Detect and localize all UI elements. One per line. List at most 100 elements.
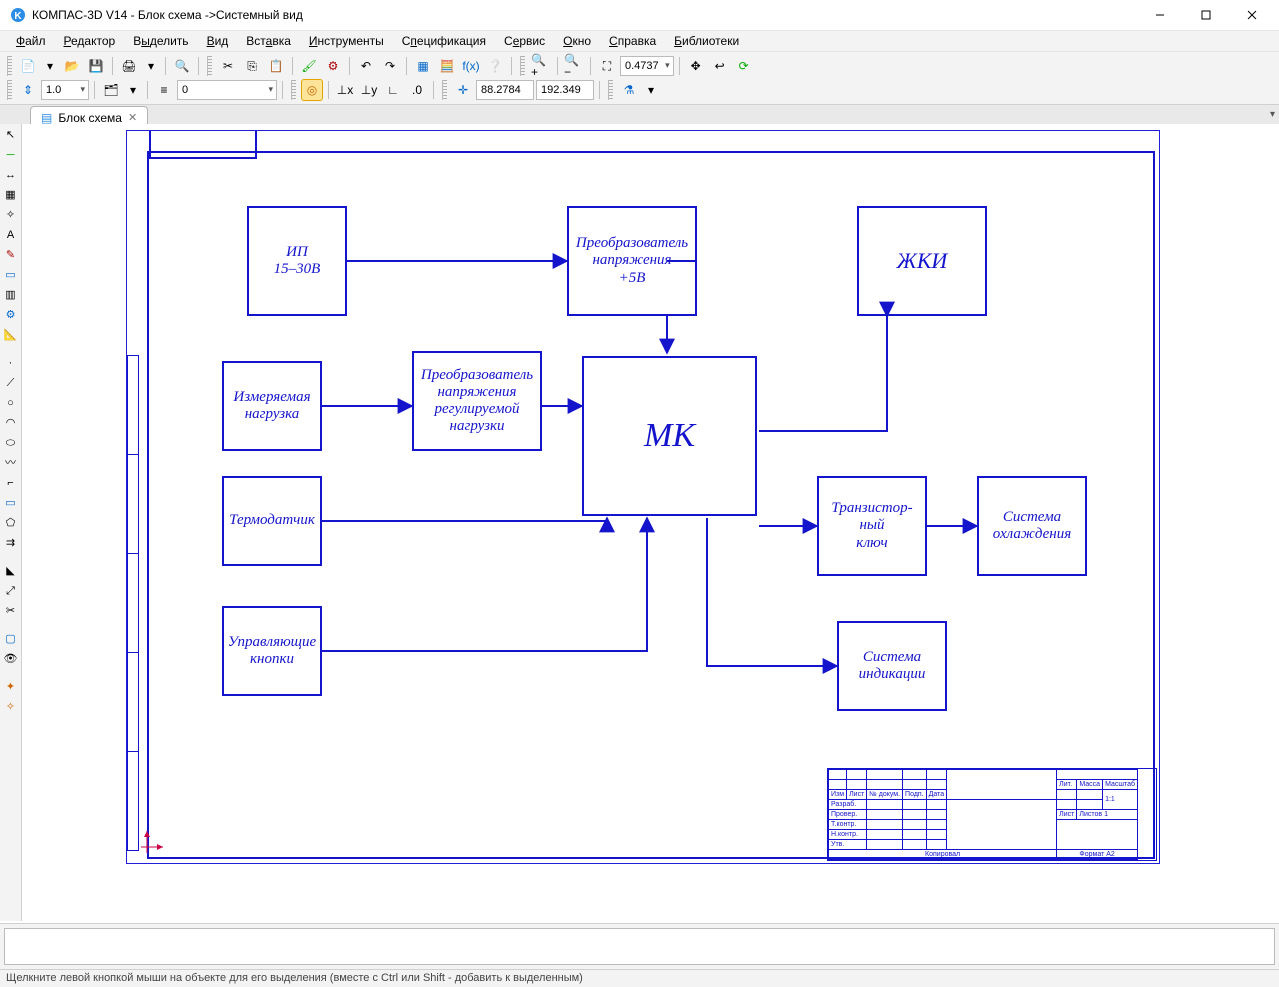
command-input[interactable] (4, 928, 1275, 965)
tool-fillet[interactable]: ⌐ (2, 474, 20, 492)
tool-text[interactable]: A (2, 226, 20, 244)
toolbar-row-1: 📄▾ 📂 💾 🖨▾ 🔍 ✂ ⎘ 📋 🖌 ⚙ ↶ ↷ ▦ 🧮 f(x) ❔ 🔍+ … (4, 54, 1275, 78)
tool-symbol[interactable]: ✎ (2, 246, 20, 264)
tool-edit[interactable]: ▭ (2, 266, 20, 284)
doc-tab-label: Блок схема (58, 111, 122, 125)
filter-dropdown[interactable]: ▾ (642, 79, 660, 101)
tool-point[interactable]: · (2, 354, 20, 372)
block-lcd: ЖКИ (857, 206, 987, 316)
tool-break[interactable]: ✂ (2, 602, 20, 620)
menu-window[interactable]: Окно (555, 32, 599, 50)
snap-y-button[interactable]: ⊥y (358, 79, 380, 101)
tool-frame[interactable]: ▢ (2, 630, 20, 648)
snap-x-button[interactable]: ⊥x (334, 79, 356, 101)
round-button[interactable]: .0 (406, 79, 428, 101)
grip-icon[interactable] (520, 56, 525, 76)
menubar: Файл Редактор Выделить Вид Вставка Инстр… (0, 30, 1279, 52)
tool-spline[interactable]: 〰 (2, 454, 20, 472)
tool-chamfer[interactable]: ◣ (2, 562, 20, 580)
preview-button[interactable]: 🔍 (171, 55, 193, 77)
open-button[interactable]: 📂 (61, 55, 83, 77)
zoom-value[interactable]: 0.4737 (620, 56, 674, 76)
close-icon[interactable]: ✕ (128, 111, 137, 124)
maximize-button[interactable] (1183, 0, 1229, 30)
coord-y[interactable]: 192.349 (536, 80, 594, 100)
tool-view[interactable]: 👁 (2, 650, 20, 668)
new-button[interactable]: 📄 (17, 55, 39, 77)
properties-button[interactable]: ⚙ (322, 55, 344, 77)
scale-dropdown[interactable]: 1.0 (41, 80, 89, 100)
new-dropdown[interactable]: ▾ (41, 55, 59, 77)
paste-button[interactable]: 📋 (265, 55, 287, 77)
block-load: Измеряемая нагрузка (222, 361, 322, 451)
redo-button[interactable]: ↷ (379, 55, 401, 77)
right-panel-collapsed[interactable] (1235, 124, 1279, 921)
tool-extend[interactable]: ⤢ (2, 582, 20, 600)
menu-view[interactable]: Вид (199, 32, 237, 50)
tool-segment[interactable]: ⟋ (2, 374, 20, 392)
linestyle-button[interactable]: ≡ (153, 79, 175, 101)
toolbar-row-2: ⇕ 1.0 🗂▾ ≡ 0 ◎ ⊥x ⊥y ∟ .0 ✛ 88.2784 192.… (4, 78, 1275, 102)
tool-ellipse[interactable]: ⬭ (2, 434, 20, 452)
tool-hatch[interactable]: ▦ (2, 186, 20, 204)
grip-icon[interactable] (207, 56, 212, 76)
tool-rect[interactable]: ▭ (2, 494, 20, 512)
zoom-in-button[interactable]: 🔍+ (530, 55, 552, 77)
menu-service[interactable]: Сервис (496, 32, 553, 50)
redraw-button[interactable]: ⟳ (733, 55, 755, 77)
tool-params[interactable]: ⚙ (2, 306, 20, 324)
menu-spec[interactable]: Спецификация (394, 32, 494, 50)
grip-icon[interactable] (608, 80, 613, 100)
print-dropdown[interactable]: ▾ (142, 55, 160, 77)
menu-select[interactable]: Выделить (125, 32, 196, 50)
style-dropdown[interactable]: 0 (177, 80, 277, 100)
grip-icon[interactable] (7, 56, 12, 76)
layers-button[interactable]: 🗂 (100, 79, 122, 101)
tool-arc[interactable]: ◠ (2, 414, 20, 432)
fx-button[interactable]: f(x) (460, 55, 482, 77)
tool-line[interactable]: ─ (2, 146, 20, 164)
zoom-fit-button[interactable]: ⛶ (596, 55, 618, 77)
snap-end-button[interactable]: ◎ (301, 79, 323, 101)
menu-tools[interactable]: Инструменты (301, 32, 392, 50)
help-context-button[interactable]: ❔ (484, 55, 506, 77)
pan-button[interactable]: ✥ (685, 55, 707, 77)
grip-icon[interactable] (7, 80, 12, 100)
tool-measure[interactable]: 📐 (2, 326, 20, 344)
menu-insert[interactable]: Вставка (238, 32, 299, 50)
layers-dropdown[interactable]: ▾ (124, 79, 142, 101)
canvas[interactable]: ИП 15–30В Преобразователь напряжения +5В… (22, 124, 1235, 921)
menu-edit[interactable]: Редактор (56, 32, 124, 50)
tool-circle[interactable]: ○ (2, 394, 20, 412)
tool-select[interactable]: ↖ (2, 126, 20, 144)
print-button[interactable]: 🖨 (118, 55, 140, 77)
grip-icon[interactable] (291, 80, 296, 100)
grip-icon[interactable] (442, 80, 447, 100)
variables-button[interactable]: 🧮 (436, 55, 458, 77)
zoom-out-button[interactable]: 🔍− (563, 55, 585, 77)
close-button[interactable] (1229, 0, 1275, 30)
copy-button[interactable]: ⎘ (241, 55, 263, 77)
tool-misc1[interactable]: ✦ (2, 678, 20, 696)
menu-help[interactable]: Справка (601, 32, 664, 50)
menu-file[interactable]: Файл (8, 32, 54, 50)
coord-x[interactable]: 88.2784 (476, 80, 534, 100)
cut-button[interactable]: ✂ (217, 55, 239, 77)
zoom-prev-button[interactable]: ↩ (709, 55, 731, 77)
tool-dim[interactable]: ↔ (2, 166, 20, 184)
minimize-button[interactable] (1137, 0, 1183, 30)
undo-button[interactable]: ↶ (355, 55, 377, 77)
ortho-button[interactable]: ∟ (382, 79, 404, 101)
filter-button[interactable]: ⚗ (618, 79, 640, 101)
tool-offset[interactable]: ⇉ (2, 534, 20, 552)
tabs-overflow[interactable]: ▾ (1270, 109, 1275, 120)
copy-props-button[interactable]: 🖌 (298, 55, 320, 77)
block-tkey: Транзистор- ный ключ (817, 476, 927, 576)
library-button[interactable]: ▦ (412, 55, 434, 77)
tool-polygon[interactable]: ⬠ (2, 514, 20, 532)
menu-libs[interactable]: Библиотеки (666, 32, 747, 50)
save-button[interactable]: 💾 (85, 55, 107, 77)
tool-table[interactable]: ▥ (2, 286, 20, 304)
tool-misc2[interactable]: ✧ (2, 698, 20, 716)
tool-axis[interactable]: ✧ (2, 206, 20, 224)
